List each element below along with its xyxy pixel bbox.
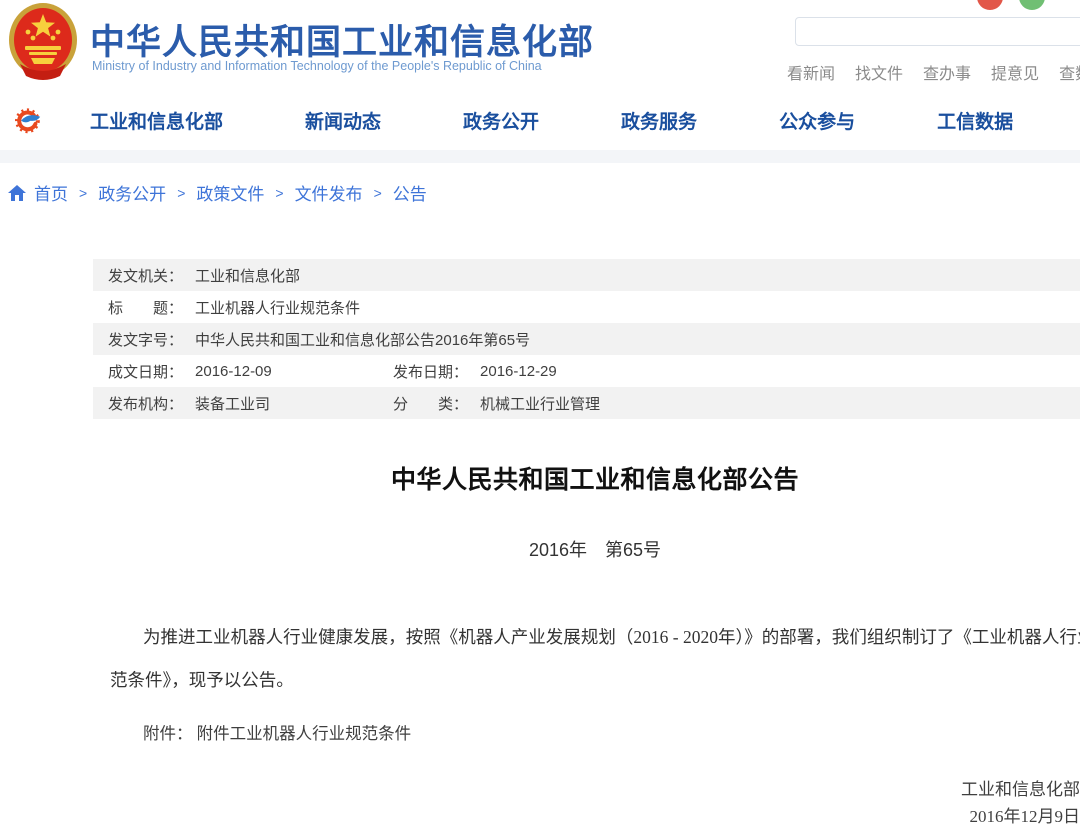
quick-link-feedback[interactable]: 提意见 — [991, 60, 1039, 84]
signature-block: 工业和信息化部 2016年12月9日 — [0, 776, 1080, 830]
quick-link-services[interactable]: 查办事 — [923, 60, 971, 84]
breadcrumb-home[interactable]: 首页 — [34, 180, 68, 205]
breadcrumb-policy-files[interactable]: 政策文件 — [196, 180, 264, 205]
signature-agency: 工业和信息化部 — [0, 776, 1080, 803]
meta-value: 2016-12-29 — [480, 363, 557, 380]
breadcrumb-separator: > — [275, 185, 283, 201]
meta-row-title: 标 题： 工业机器人行业规范条件 — [93, 291, 1080, 323]
ministry-title-english: Ministry of Industry and Information Tec… — [92, 59, 612, 73]
meta-value: 工业和信息化部 — [195, 265, 300, 286]
nav-item-data[interactable]: 工信数据 — [937, 107, 1013, 134]
breadcrumb-separator: > — [79, 185, 87, 201]
attachment-line: 附件： 附件工业机器人行业规范条件 — [143, 720, 411, 744]
nav-items: 工业和信息化部 新闻动态 政务公开 政务服务 公众参与 工信数据 — [90, 90, 1013, 150]
search-input[interactable] — [795, 17, 1080, 46]
national-emblem-icon — [8, 2, 78, 82]
meta-label: 发布日期： — [393, 361, 468, 382]
home-icon — [8, 185, 26, 201]
red-dot-icon — [977, 0, 1003, 10]
breadcrumb-separator: > — [177, 185, 185, 201]
meta-label: 发文字号： — [108, 329, 183, 350]
nav-divider-band — [0, 150, 1080, 163]
miit-gear-icon — [13, 104, 45, 136]
breadcrumb: 首页 > 政务公开 > 政策文件 > 文件发布 > 公告 — [8, 180, 427, 205]
page: 中华人民共和国工业和信息化部 Ministry of Industry and … — [0, 0, 1080, 835]
nav-item-gov-info[interactable]: 政务公开 — [463, 107, 539, 134]
signature-date: 2016年12月9日 — [0, 803, 1080, 830]
document-meta-table: 发文机关： 工业和信息化部 标 题： 工业机器人行业规范条件 发文字号： 中华人… — [93, 259, 1080, 419]
breadcrumb-announcement[interactable]: 公告 — [393, 180, 427, 205]
meta-value: 工业机器人行业规范条件 — [195, 297, 360, 318]
meta-value: 机械工业行业管理 — [480, 393, 600, 414]
announcement-issue-number: 2016年 第65号 — [0, 536, 1080, 562]
breadcrumb-file-release[interactable]: 文件发布 — [295, 180, 363, 205]
attachment-link[interactable]: 附件工业机器人行业规范条件 — [197, 724, 412, 743]
nav-item-participation[interactable]: 公众参与 — [779, 107, 855, 134]
nav-item-miit[interactable]: 工业和信息化部 — [90, 107, 223, 134]
ministry-logo-link[interactable]: 中华人民共和国工业和信息化部 Ministry of Industry and … — [8, 2, 608, 86]
meta-label: 发文机关： — [108, 265, 183, 286]
quick-link-data[interactable]: 查数据 — [1059, 60, 1080, 84]
nav-item-news[interactable]: 新闻动态 — [305, 107, 381, 134]
meta-row-dates: 成文日期： 2016-12-09 发布日期： 2016-12-29 — [93, 355, 1080, 387]
meta-row-publisher-category: 发布机构： 装备工业司 分 类： 机械工业行业管理 — [93, 387, 1080, 419]
meta-label: 成文日期： — [108, 361, 183, 382]
meta-value: 装备工业司 — [195, 393, 270, 414]
meta-value: 中华人民共和国工业和信息化部公告2016年第65号 — [195, 329, 530, 350]
announcement-title: 中华人民共和国工业和信息化部公告 — [0, 460, 1080, 496]
meta-label: 发布机构： — [108, 393, 183, 414]
ministry-title: 中华人民共和国工业和信息化部 — [90, 14, 610, 65]
meta-label: 分 类： — [393, 393, 468, 414]
announcement-body: 为推进工业机器人行业健康发展，按照《机器人产业发展规划（2016 - 2020年… — [0, 616, 1080, 702]
quick-link-files[interactable]: 找文件 — [855, 60, 903, 84]
quick-links: 看新闻 找文件 查办事 提意见 查数据 — [787, 60, 1080, 84]
quick-link-news[interactable]: 看新闻 — [787, 60, 835, 84]
meta-value: 2016-12-09 — [195, 363, 272, 380]
breadcrumb-separator: > — [374, 185, 382, 201]
green-dot-icon — [1019, 0, 1045, 10]
meta-label: 标 题： — [108, 297, 183, 318]
meta-row-issuing-agency: 发文机关： 工业和信息化部 — [93, 259, 1080, 291]
nav-item-gov-services[interactable]: 政务服务 — [621, 107, 697, 134]
main-nav: 工业和信息化部 新闻动态 政务公开 政务服务 公众参与 工信数据 — [0, 90, 1080, 150]
meta-row-doc-number: 发文字号： 中华人民共和国工业和信息化部公告2016年第65号 — [93, 323, 1080, 355]
breadcrumb-gov-info[interactable]: 政务公开 — [98, 180, 166, 205]
attachment-label: 附件： — [143, 724, 193, 743]
